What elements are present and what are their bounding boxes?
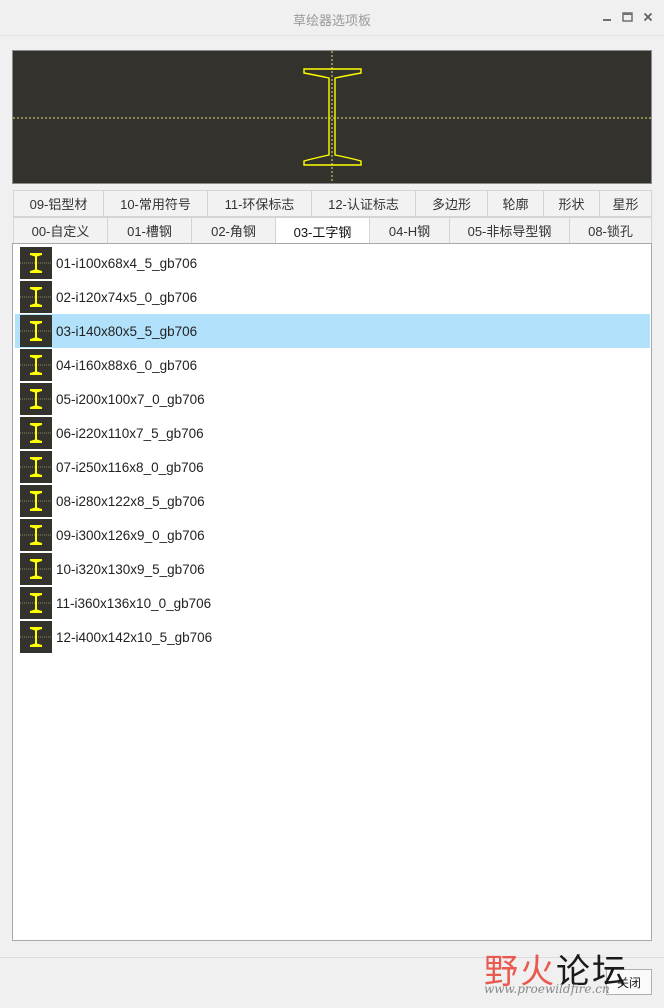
tabs-row-2: 00-自定义 01-槽钢 02-角钢 03-工字钢 04-H钢 05-非标导型钢… — [13, 217, 652, 245]
minimize-icon[interactable] — [598, 8, 616, 26]
list-item-label: 05-i200x100x7_0_gb706 — [56, 391, 205, 407]
list-item-label: 03-i140x80x5_5_gb706 — [56, 323, 198, 339]
watermark-url: www.proewildfire.cn — [484, 982, 610, 996]
tab-channel-steel[interactable]: 01-槽钢 — [107, 217, 191, 244]
tab-label: 形状 — [558, 197, 585, 212]
tab-profile[interactable]: 轮廓 — [487, 190, 543, 217]
tab-label: 星形 — [612, 197, 639, 212]
list-item-label: 08-i280x122x8_5_gb706 — [56, 493, 205, 509]
tab-h-steel[interactable]: 04-H钢 — [369, 217, 449, 244]
list-item[interactable]: 11-i360x136x10_0_gb706 — [15, 586, 650, 620]
tab-label: 08-锁孔 — [588, 224, 633, 239]
tab-custom[interactable]: 00-自定义 — [13, 217, 107, 244]
list-item-label: 04-i160x88x6_0_gb706 — [56, 357, 198, 373]
i-beam-thumbnail-icon — [20, 281, 52, 313]
title-bar: 草绘器选项板 — [0, 0, 664, 36]
footer-divider — [0, 957, 664, 958]
close-icon[interactable] — [639, 8, 657, 26]
list-item[interactable]: 09-i300x126x9_0_gb706 — [15, 518, 650, 552]
tab-common-symbols[interactable]: 10-常用符号 — [103, 190, 207, 217]
tab-certification-marks[interactable]: 12-认证标志 — [311, 190, 415, 217]
i-beam-thumbnail-icon — [20, 587, 52, 619]
tab-aluminum-profile[interactable]: 09-铝型材 — [13, 190, 103, 217]
i-beam-thumbnail-icon — [20, 315, 52, 347]
watermark-text-a: 野火 — [484, 952, 556, 992]
i-beam-thumbnail-icon — [20, 451, 52, 483]
list-item[interactable]: 04-i160x88x6_0_gb706 — [15, 348, 650, 382]
list-item[interactable]: 05-i200x100x7_0_gb706 — [15, 382, 650, 416]
tabs-row-1: 09-铝型材 10-常用符号 11-环保标志 12-认证标志 多边形 轮廓 形状… — [13, 190, 652, 217]
tab-label: 09-铝型材 — [29, 197, 88, 212]
i-beam-thumbnail-icon — [20, 621, 52, 653]
list-item-label: 11-i360x136x10_0_gb706 — [56, 595, 212, 611]
tab-label: 05-非标导型钢 — [467, 224, 552, 239]
tab-nonstandard-rail[interactable]: 05-非标导型钢 — [449, 217, 569, 244]
tab-label: 03-工字钢 — [293, 224, 352, 240]
shape-list: 01-i100x68x4_5_gb706 02-i120x74x5_0_gb706… — [12, 243, 652, 941]
shape-preview-pane — [12, 50, 652, 184]
i-beam-preview-graphic — [13, 51, 651, 183]
tab-shape[interactable]: 形状 — [543, 190, 599, 217]
tab-keyhole[interactable]: 08-锁孔 — [569, 217, 652, 244]
tab-label: 01-槽钢 — [127, 224, 172, 239]
i-beam-thumbnail-icon — [20, 417, 52, 449]
list-item[interactable]: 08-i280x122x8_5_gb706 — [15, 484, 650, 518]
list-item-label: 02-i120x74x5_0_gb706 — [56, 289, 198, 305]
i-beam-thumbnail-icon — [20, 247, 52, 279]
list-item[interactable]: 02-i120x74x5_0_gb706 — [15, 280, 650, 314]
tab-i-beam[interactable]: 03-工字钢 — [275, 217, 369, 245]
tab-label: 11-环保标志 — [224, 197, 295, 212]
list-item-label: 12-i400x142x10_5_gb706 — [56, 629, 213, 645]
tab-label: 10-常用符号 — [120, 197, 191, 212]
tab-polygon[interactable]: 多边形 — [415, 190, 487, 217]
tab-label: 多边形 — [431, 197, 471, 212]
tab-angle-steel[interactable]: 02-角钢 — [191, 217, 275, 244]
list-item[interactable]: 07-i250x116x8_0_gb706 — [15, 450, 650, 484]
list-item-label: 06-i220x110x7_5_gb706 — [56, 425, 204, 441]
window-title: 草绘器选项板 — [292, 13, 371, 28]
list-item-label: 09-i300x126x9_0_gb706 — [56, 527, 205, 543]
list-item[interactable]: 10-i320x130x9_5_gb706 — [15, 552, 650, 586]
list-item-label: 01-i100x68x4_5_gb706 — [56, 255, 198, 271]
list-item[interactable]: 03-i140x80x5_5_gb706 — [15, 314, 650, 348]
list-item-label: 07-i250x116x8_0_gb706 — [56, 459, 204, 475]
close-button[interactable]: 关闭 — [606, 969, 652, 995]
tab-label: 00-自定义 — [31, 224, 90, 239]
i-beam-thumbnail-icon — [20, 383, 52, 415]
i-beam-thumbnail-icon — [20, 485, 52, 517]
tab-label: 02-角钢 — [211, 224, 256, 239]
tab-environmental-marks[interactable]: 11-环保标志 — [207, 190, 311, 217]
i-beam-thumbnail-icon — [20, 553, 52, 585]
list-item-label: 10-i320x130x9_5_gb706 — [56, 561, 205, 577]
tab-label: 12-认证标志 — [328, 197, 399, 212]
list-item[interactable]: 12-i400x142x10_5_gb706 — [15, 620, 650, 654]
list-item[interactable]: 01-i100x68x4_5_gb706 — [15, 246, 650, 280]
tab-star[interactable]: 星形 — [599, 190, 652, 217]
i-beam-thumbnail-icon — [20, 349, 52, 381]
tab-label: 04-H钢 — [388, 224, 431, 239]
i-beam-thumbnail-icon — [20, 519, 52, 551]
tab-label: 轮廓 — [502, 197, 529, 212]
maximize-icon[interactable] — [618, 8, 636, 26]
list-item[interactable]: 06-i220x110x7_5_gb706 — [15, 416, 650, 450]
